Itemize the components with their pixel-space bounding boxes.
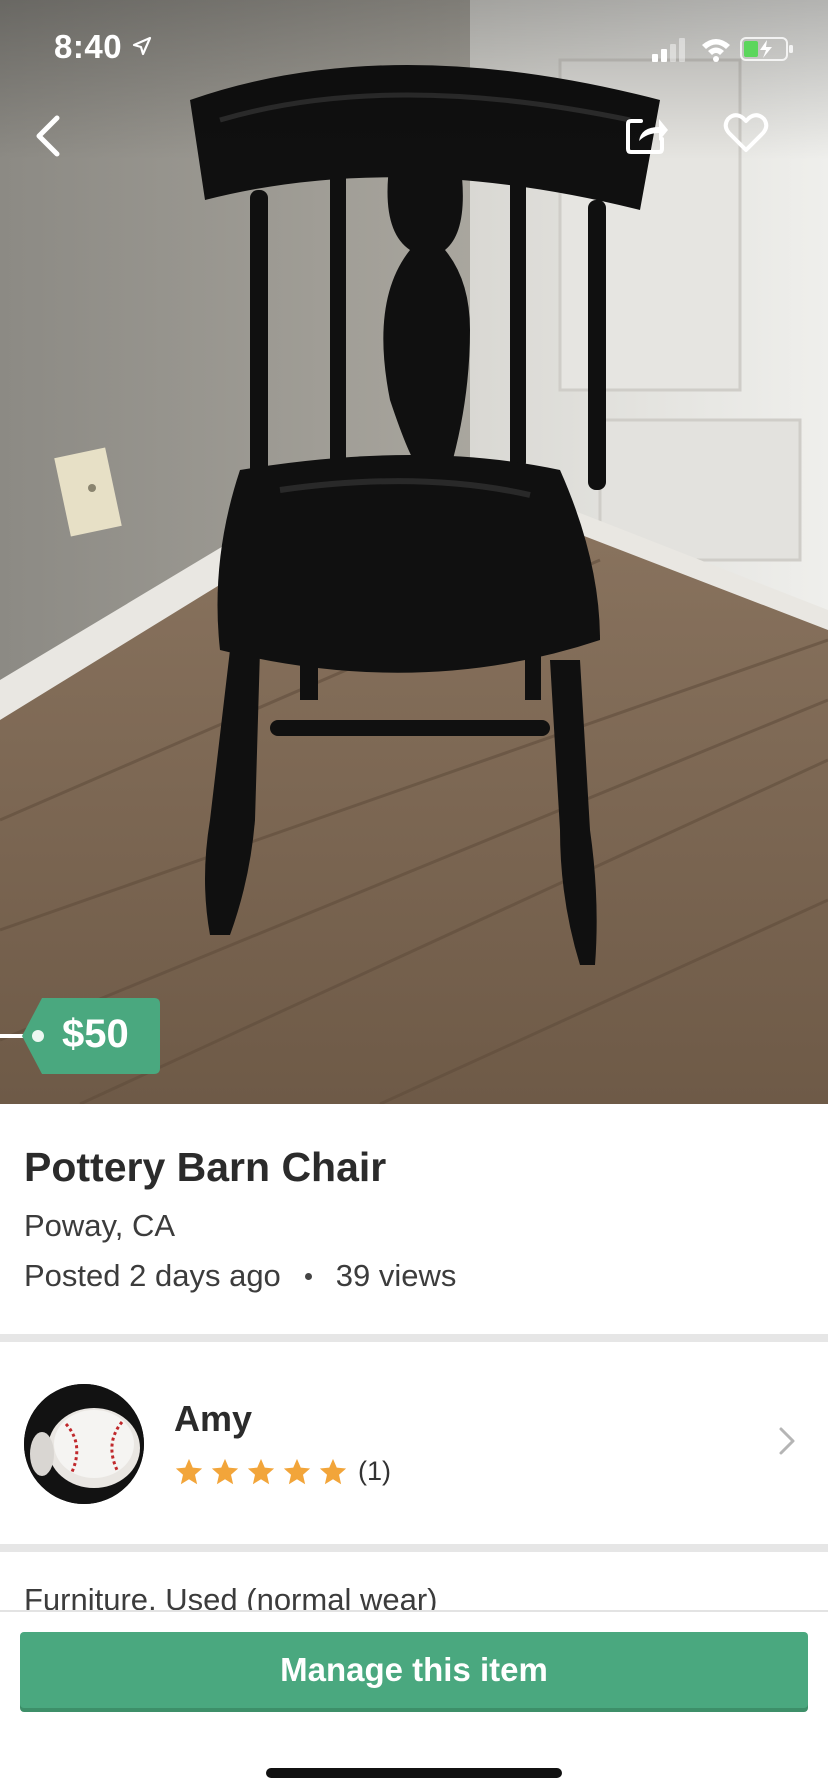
chevron-left-icon	[36, 115, 60, 157]
listing-info: Pottery Barn Chair Poway, CA Posted 2 da…	[0, 1104, 828, 1336]
wifi-icon	[702, 39, 730, 62]
favorite-button[interactable]	[716, 104, 776, 162]
price-label: $50	[62, 1012, 129, 1056]
bottom-action-bar: Manage this item	[0, 1610, 828, 1792]
view-count: 39 views	[335, 1258, 457, 1293]
star-icon	[247, 1458, 275, 1484]
status-bar: 8:40	[0, 0, 828, 100]
star-icon	[319, 1458, 347, 1484]
battery-icon	[740, 37, 793, 61]
listing-details: Furniture, Used (normal wear)	[0, 1554, 828, 1610]
status-time: 8:40	[54, 28, 123, 65]
section-divider	[0, 1334, 828, 1342]
back-button[interactable]	[18, 106, 78, 166]
home-indicator[interactable]	[266, 1768, 562, 1778]
manage-item-label: Manage this item	[280, 1651, 548, 1688]
avatar	[24, 1384, 144, 1504]
cellular-signal-icon	[652, 38, 685, 62]
heart-icon	[723, 113, 769, 152]
posted-time: Posted 2 days ago	[24, 1258, 281, 1293]
seller-avatar-image	[24, 1384, 144, 1504]
star-icon	[211, 1458, 239, 1484]
location-arrow-icon	[132, 36, 152, 56]
manage-item-button[interactable]: Manage this item	[20, 1632, 808, 1708]
rating-count: (1)	[358, 1456, 391, 1486]
section-divider	[0, 1544, 828, 1552]
listing-location: Poway, CA	[24, 1208, 176, 1243]
separator-dot	[304, 1272, 312, 1280]
share-icon	[626, 119, 668, 154]
seller-rating: (1)	[174, 1456, 391, 1487]
star-icon	[283, 1458, 311, 1484]
share-button[interactable]	[618, 104, 676, 162]
seller-row[interactable]: Amy (1)	[0, 1344, 828, 1544]
chevron-right-icon	[779, 1427, 795, 1455]
listing-meta: Posted 2 days ago 39 views	[24, 1258, 456, 1294]
star-icon	[175, 1458, 203, 1484]
listing-photo[interactable]	[0, 0, 828, 1104]
chair-photo	[0, 0, 828, 1104]
seller-name: Amy	[174, 1398, 253, 1439]
price-tag: $50	[0, 998, 170, 1074]
listing-category-condition: Furniture, Used (normal wear)	[24, 1582, 438, 1610]
listing-title: Pottery Barn Chair	[24, 1144, 387, 1190]
